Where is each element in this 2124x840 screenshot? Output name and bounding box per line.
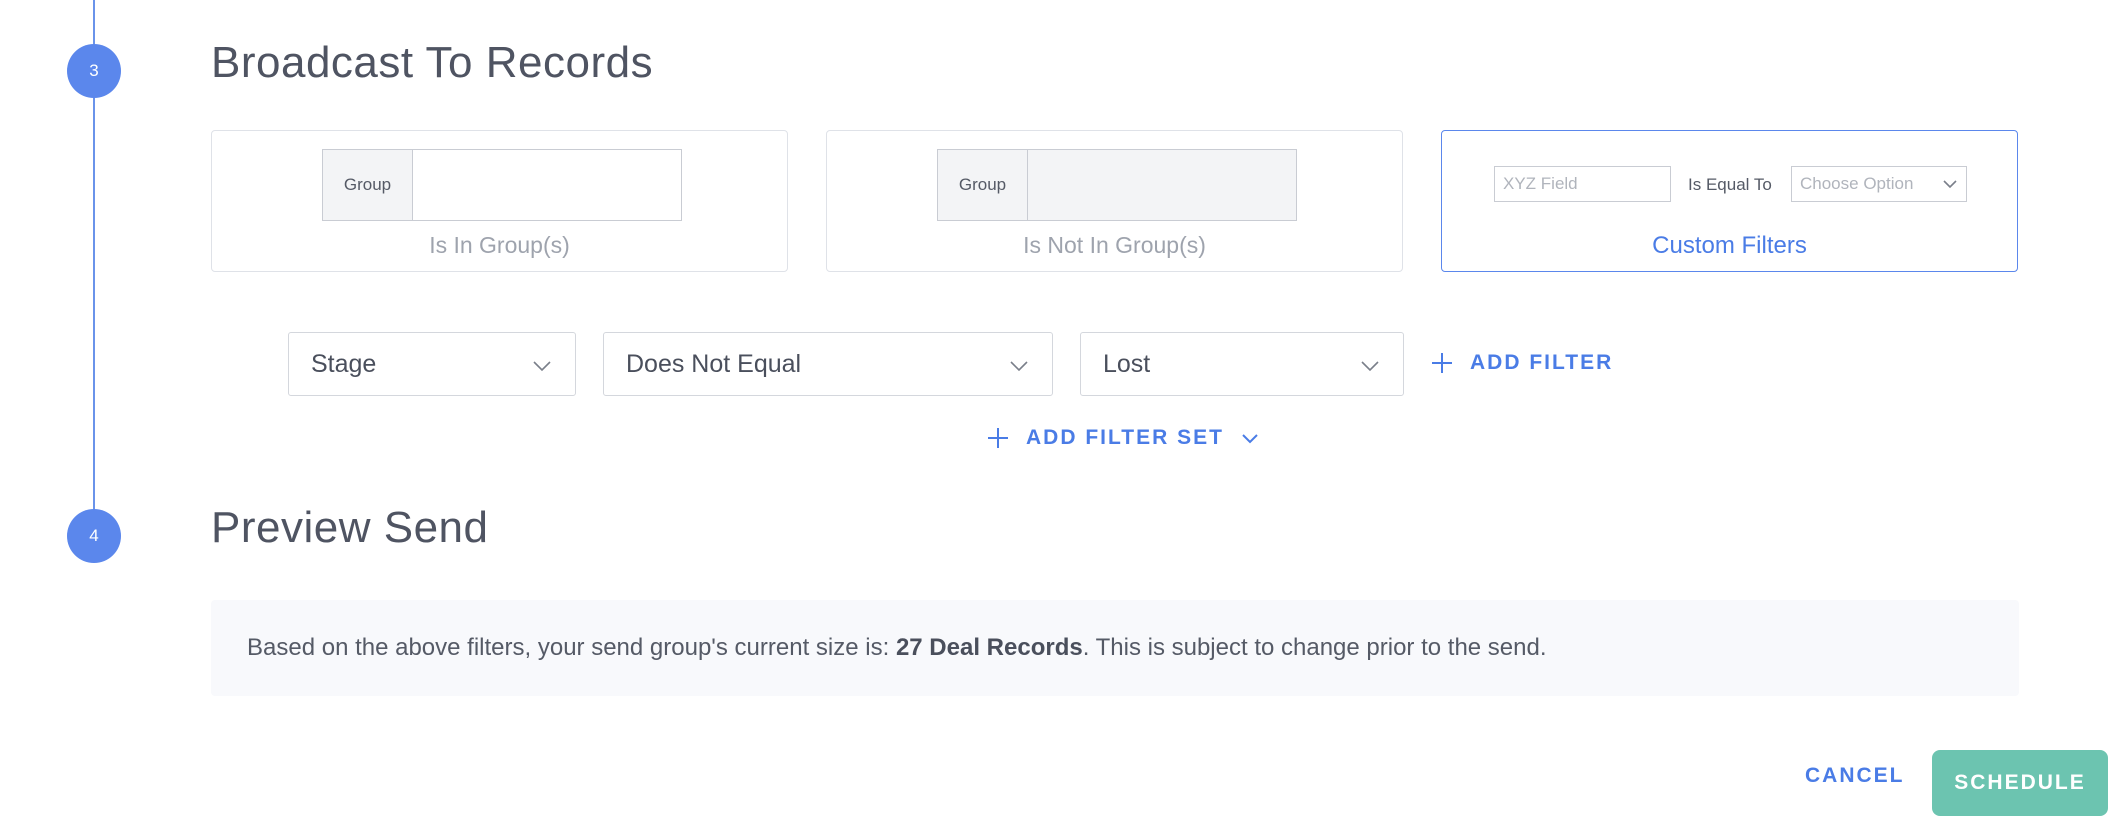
add-filter-label: ADD FILTER	[1470, 351, 1614, 374]
record-count: 27 Deal Records	[895, 634, 1083, 661]
add-filter-set-button[interactable]: ADD FILTER SET	[986, 426, 1260, 450]
in-group-input[interactable]	[413, 150, 681, 220]
filter-value-select[interactable]: Lost	[1080, 332, 1404, 396]
preview-section-title: Preview Send	[211, 503, 489, 552]
step-4-badge: 4	[67, 509, 121, 563]
chevron-down-icon	[1010, 361, 1028, 372]
preview-summary: Based on the above filters, your send gr…	[211, 600, 2019, 696]
plus-icon	[988, 428, 1008, 448]
filter-value-value: Lost	[1103, 349, 1151, 378]
is-equal-to-label: Is Equal To	[1688, 175, 1772, 194]
preview-suffix: . This is subject to change prior to the…	[1082, 634, 1547, 661]
custom-filters-caption: Custom Filters	[1652, 232, 1807, 259]
filter-field-value: Stage	[311, 349, 377, 378]
broadcast-section-title: Broadcast To Records	[211, 38, 654, 87]
not-in-group-field-label: Group	[938, 150, 1028, 220]
chevron-down-icon	[533, 361, 551, 372]
in-group-field[interactable]: Group	[322, 149, 682, 221]
filter-operator-value: Does Not Equal	[626, 349, 802, 378]
choose-option-placeholder: Choose Option	[1800, 174, 1914, 193]
in-group-card[interactable]: Group Is In Group(s)	[211, 130, 788, 272]
chevron-down-icon	[1943, 180, 1957, 189]
preview-prefix: Based on the above filters, your send gr…	[247, 634, 896, 661]
custom-filters-card[interactable]: XYZ Field Is Equal To Choose Option Cust…	[1441, 130, 2018, 272]
schedule-button[interactable]: SCHEDULE	[1932, 750, 2108, 816]
step-3-badge: 3	[67, 44, 121, 98]
not-in-group-caption: Is Not In Group(s)	[1023, 232, 1206, 258]
add-filter-button[interactable]: ADD FILTER	[1430, 351, 1613, 375]
in-group-field-label: Group	[323, 150, 413, 220]
in-group-caption: Is In Group(s)	[429, 232, 570, 258]
preview-summary-text: Based on the above filters, your send gr…	[247, 634, 1547, 662]
xyz-field-input[interactable]: XYZ Field	[1494, 166, 1671, 202]
xyz-field-placeholder: XYZ Field	[1503, 174, 1578, 193]
plus-icon	[1432, 353, 1452, 373]
step-3-number: 3	[89, 61, 99, 80]
cancel-button[interactable]: CANCEL	[1805, 764, 1905, 788]
not-in-group-input[interactable]	[1028, 150, 1296, 220]
filter-operator-select[interactable]: Does Not Equal	[603, 332, 1053, 396]
step-4-number: 4	[89, 526, 99, 545]
filter-field-select[interactable]: Stage	[288, 332, 576, 396]
add-filter-set-label: ADD FILTER SET	[1026, 426, 1224, 449]
chevron-down-icon	[1242, 434, 1258, 444]
not-in-group-field[interactable]: Group	[937, 149, 1297, 221]
chevron-down-icon	[1361, 361, 1379, 372]
choose-option-select[interactable]: Choose Option	[1791, 166, 1967, 202]
not-in-group-card[interactable]: Group Is Not In Group(s)	[826, 130, 1403, 272]
